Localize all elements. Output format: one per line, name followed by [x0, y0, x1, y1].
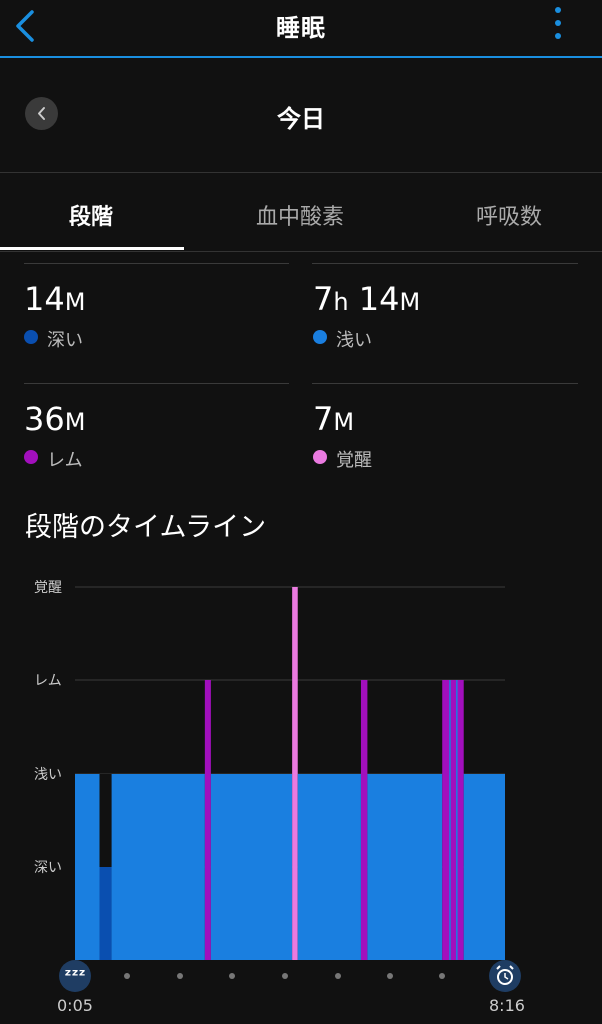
stage-segment [204, 680, 211, 960]
end-time: 8:16 [489, 996, 525, 1015]
stage-segment [111, 774, 205, 960]
awake-dot [313, 450, 327, 464]
y-axis-label: 浅い [34, 767, 62, 783]
tab-respiration[interactable]: 呼吸数 [476, 199, 542, 231]
deep-sleep-label: 深い [47, 330, 83, 351]
timeline-dot [282, 973, 288, 979]
stage-segment [360, 680, 368, 960]
awake-label: 覚醒 [336, 450, 372, 471]
deep-sleep-dot [24, 330, 38, 344]
timeline-dot [439, 973, 445, 979]
timeline-dot [335, 973, 341, 979]
app-header: 睡眠 [0, 0, 602, 58]
stage-gap [99, 774, 112, 867]
divider [24, 263, 289, 264]
rem-sleep-label: レム [47, 450, 83, 471]
deep-sleep-duration: 14M [24, 280, 86, 318]
stage-segment [442, 680, 464, 960]
stage-segment [75, 774, 100, 960]
tab-blood-oxygen[interactable]: 血中酸素 [256, 199, 344, 231]
divider [24, 383, 289, 384]
light-sleep-duration: 7h 14M [313, 280, 421, 318]
stage-segment [367, 774, 443, 960]
tab-stages[interactable]: 段階 [69, 199, 113, 231]
sleep-stage-chart: 深い 浅い レム 覚醒 ᶻᶻᶻ [34, 580, 521, 992]
divider [312, 383, 578, 384]
awake-duration: 7M [313, 400, 355, 438]
stage-segment [292, 587, 298, 960]
timeline-dot [177, 973, 183, 979]
stage-segment [99, 867, 112, 960]
zzz-icon-label: ᶻᶻᶻ [64, 966, 85, 986]
rem-sleep-duration: 36M [24, 400, 86, 438]
timeline-dot [229, 973, 235, 979]
light-sleep-label: 浅い [336, 330, 372, 351]
divider [312, 263, 578, 264]
y-axis-label: 深い [34, 860, 62, 876]
stage-segment [463, 774, 505, 960]
timeline-dot [124, 973, 130, 979]
start-time: 0:05 [57, 996, 93, 1015]
tab-bar: 段階 血中酸素 呼吸数 [0, 173, 602, 252]
active-tab-indicator [0, 247, 184, 250]
timeline-dot [387, 973, 393, 979]
date-navigation: 今日 [0, 58, 602, 173]
light-sleep-dot [313, 330, 327, 344]
page-title: 睡眠 [276, 14, 326, 42]
date-title: 今日 [277, 105, 325, 133]
y-axis-label: レム [34, 673, 62, 689]
stage-segment [297, 774, 361, 960]
more-options-icon[interactable] [548, 4, 568, 46]
y-axis-label: 覚醒 [34, 580, 62, 596]
stage-segment [210, 774, 293, 960]
timeline-title: 段階のタイムライン [25, 512, 267, 543]
rem-sleep-dot [24, 450, 38, 464]
